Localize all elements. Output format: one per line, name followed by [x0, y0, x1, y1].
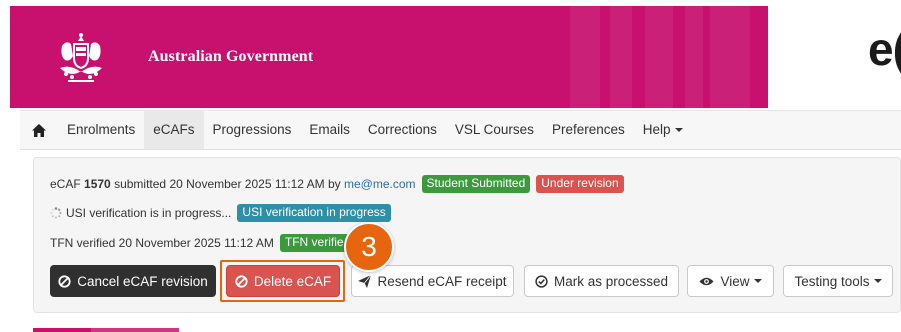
ecaf-prefix: eCAF	[50, 177, 81, 191]
testing-tools-label: Testing tools	[794, 273, 870, 289]
cut-off-pink-element-2	[91, 328, 179, 332]
app-brand-text: e(	[868, 23, 901, 75]
testing-tools-dropdown-button[interactable]: Testing tools	[783, 265, 893, 297]
loading-spinner-icon	[50, 207, 62, 219]
nav-item-preferences[interactable]: Preferences	[543, 111, 634, 149]
submitter-email-link[interactable]: me@me.com	[344, 177, 416, 191]
chevron-down-icon	[674, 128, 683, 133]
government-name: Australian Government	[148, 48, 314, 65]
delete-ecaf-button[interactable]: Delete eCAF	[226, 265, 340, 297]
nav-home[interactable]	[20, 111, 58, 149]
status-badge-usi-verification: USI verification in progress	[237, 204, 391, 222]
mark-as-processed-label: Mark as processed	[553, 273, 669, 289]
cut-off-pink-element	[33, 328, 91, 332]
status-badge-tfn-verified: TFN verifie	[279, 234, 349, 252]
resend-ecaf-receipt-label: Resend eCAF receipt	[377, 273, 507, 289]
check-circle-icon	[535, 274, 548, 288]
status-badge-student-submitted: Student Submitted	[421, 175, 531, 193]
paper-plane-icon	[358, 274, 372, 288]
nav-item-progressions[interactable]: Progressions	[204, 111, 301, 149]
nav-item-help[interactable]: Help	[634, 111, 692, 149]
ecaf-summary-panel: eCAF 1570 submitted 20 November 2025 11:…	[33, 157, 901, 313]
chevron-down-icon	[873, 279, 882, 283]
tfn-status-text: TFN verified 20 November 2025 11:12 AM	[50, 236, 274, 250]
ecaf-number: 1570	[84, 177, 111, 191]
cancel-ecaf-revision-button[interactable]: Cancel eCAF revision	[50, 265, 216, 297]
home-icon	[32, 123, 46, 137]
usi-status-line: USI verification is in progress... USI v…	[50, 204, 391, 222]
cancel-ecaf-revision-label: Cancel eCAF revision	[77, 273, 208, 289]
usi-status-text: USI verification is in progress...	[66, 206, 232, 220]
chevron-down-icon	[753, 279, 762, 283]
eye-icon	[699, 277, 714, 285]
ban-icon	[235, 274, 248, 288]
delete-ecaf-label: Delete eCAF	[253, 273, 332, 289]
view-label: View	[720, 273, 750, 289]
nav-item-corrections[interactable]: Corrections	[359, 111, 446, 149]
main-nav: Enrolments eCAFs Progressions Emails Cor…	[20, 110, 901, 150]
government-banner: Australian Government	[10, 6, 768, 108]
nav-item-emails[interactable]: Emails	[300, 111, 359, 149]
nav-item-help-label: Help	[642, 122, 671, 137]
step-number-badge: 3	[344, 222, 394, 272]
nav-item-vsl-courses[interactable]: VSL Courses	[446, 111, 543, 149]
coat-of-arms-icon	[60, 33, 102, 82]
nav-item-ecafs[interactable]: eCAFs	[144, 111, 204, 149]
nav-item-enrolments[interactable]: Enrolments	[58, 111, 144, 149]
status-badge-under-revision: Under revision	[536, 175, 624, 193]
mark-as-processed-button[interactable]: Mark as processed	[524, 265, 679, 297]
tfn-status-line: TFN verified 20 November 2025 11:12 AM T…	[50, 234, 349, 252]
ban-icon	[58, 274, 71, 288]
ecaf-submitted-text: submitted 20 November 2025 11:12 AM by	[114, 177, 341, 191]
ecaf-submission-line: eCAF 1570 submitted 20 November 2025 11:…	[50, 175, 624, 193]
view-dropdown-button[interactable]: View	[687, 265, 774, 297]
